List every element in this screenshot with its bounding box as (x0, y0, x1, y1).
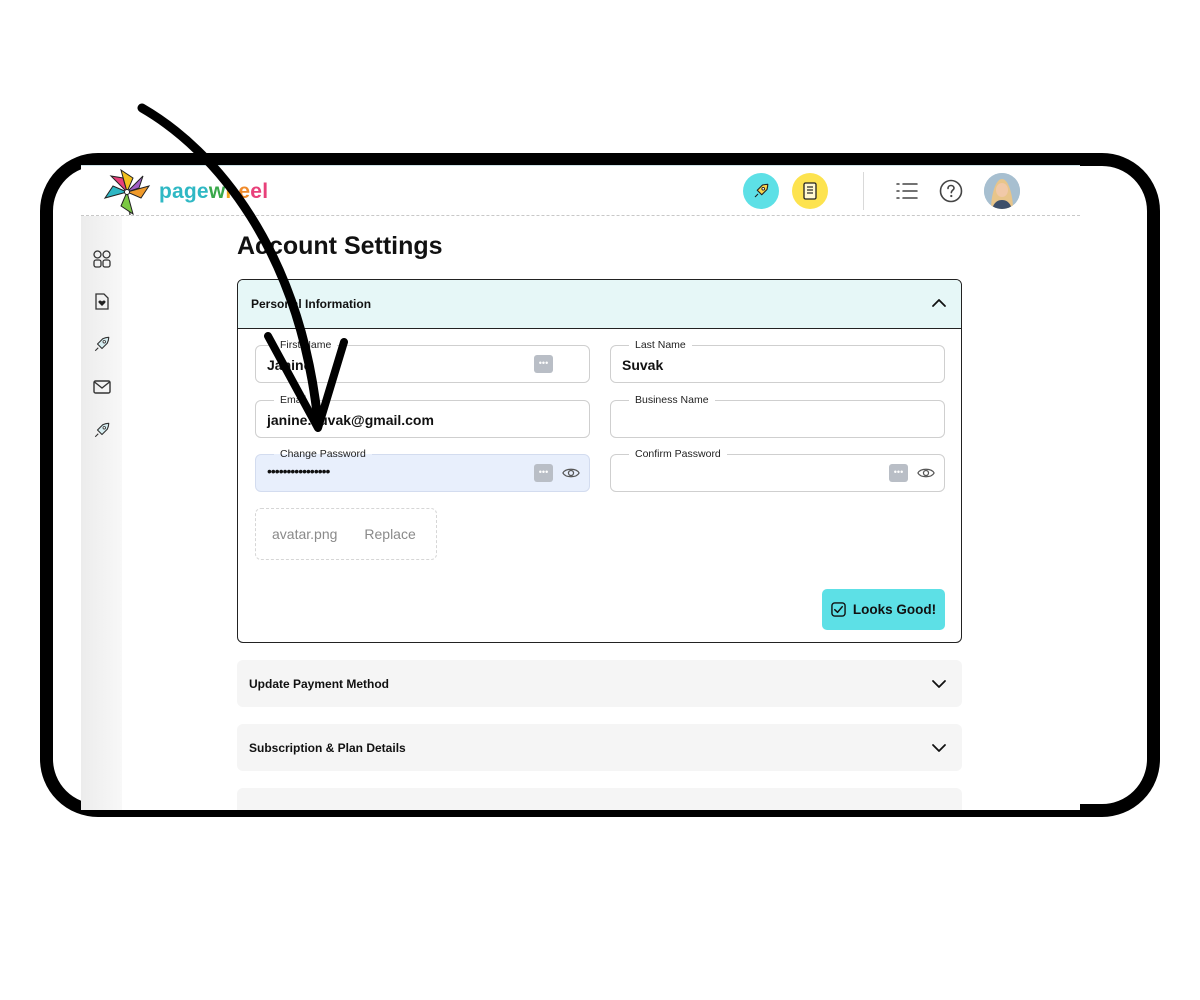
rocket-icon (754, 183, 769, 198)
avatar (984, 173, 1020, 209)
first-name-label: First Name (274, 338, 338, 352)
eye-icon[interactable] (917, 464, 935, 482)
last-name-label: Last Name (629, 338, 692, 352)
checkbox-checked-icon (831, 602, 846, 617)
business-name-field[interactable]: Business Name (610, 393, 945, 438)
last-name-value: Suvak (622, 357, 664, 373)
confirm-password-label: Confirm Password (629, 447, 727, 461)
first-name-field[interactable]: First Name Janine ••• (255, 338, 590, 383)
sidebar-item-launch[interactable] (93, 335, 111, 353)
heart-document-icon (95, 292, 109, 310)
pinwheel-icon (103, 168, 151, 216)
looks-good-button[interactable]: Looks Good! (822, 589, 945, 630)
help-button[interactable] (933, 173, 969, 209)
replace-button[interactable]: Replace (364, 526, 415, 542)
sidebar-item-dashboard[interactable] (93, 250, 111, 268)
grid-icon (93, 250, 111, 268)
personal-information-header[interactable]: Personal Information (238, 280, 961, 329)
sidebar-item-launch-2[interactable] (93, 421, 111, 439)
documents-button[interactable] (792, 173, 828, 209)
email-value: janine.suvak@gmail.com (267, 412, 434, 428)
last-name-field[interactable]: Last Name Suvak (610, 338, 945, 383)
first-name-value: Janine (267, 357, 312, 373)
section-title: Subscription & Plan Details (249, 741, 406, 755)
password-manager-icon[interactable]: ••• (534, 464, 553, 482)
list-icon (896, 183, 918, 199)
change-password-label: Change Password (274, 447, 372, 461)
eye-icon[interactable] (562, 464, 580, 482)
additional-section-partial[interactable] (237, 788, 962, 810)
avatar-upload[interactable]: avatar.png Replace (255, 508, 437, 560)
logo-text: pagewheel (159, 180, 269, 203)
confirm-password-field[interactable]: Confirm Password ••• (610, 447, 945, 492)
password-manager-icon[interactable]: ••• (889, 464, 908, 482)
app-screen: pagewheel Account Settings Personal Info… (81, 165, 1080, 810)
change-password-value: •••••••••••••••• (267, 463, 330, 479)
user-avatar[interactable] (984, 173, 1020, 209)
chevron-down-icon (932, 680, 946, 688)
sidebar (81, 216, 122, 810)
email-label: Email (274, 393, 313, 407)
password-manager-icon[interactable]: ••• (534, 355, 553, 373)
personal-information-panel: Personal Information First Name Janine •… (237, 279, 962, 643)
top-bar: pagewheel (81, 166, 1080, 216)
pagewheel-logo[interactable]: pagewheel (103, 168, 268, 216)
sidebar-item-messages[interactable] (93, 378, 111, 396)
section-title: Personal Information (251, 297, 372, 311)
email-field[interactable]: Email janine.suvak@gmail.com (255, 393, 590, 438)
document-icon (803, 182, 817, 200)
page-title: Account Settings (237, 232, 443, 260)
rocket-icon (94, 336, 110, 352)
section-title: Update Payment Method (249, 677, 390, 691)
topbar-divider (863, 172, 864, 210)
help-icon (939, 179, 963, 203)
mail-icon (93, 380, 111, 394)
avatar-filename: avatar.png (272, 526, 338, 542)
update-payment-method-section[interactable]: Update Payment Method (237, 660, 962, 707)
looks-good-label: Looks Good! (852, 602, 937, 617)
chevron-up-icon (932, 299, 946, 307)
launch-button[interactable] (743, 173, 779, 209)
menu-list-button[interactable] (889, 173, 925, 209)
rocket-icon (94, 422, 110, 438)
change-password-field[interactable]: Change Password •••••••••••••••• ••• (255, 447, 590, 492)
chevron-down-icon (932, 744, 946, 752)
sidebar-item-favorites[interactable] (93, 292, 111, 310)
business-name-label: Business Name (629, 393, 715, 407)
subscription-plan-section[interactable]: Subscription & Plan Details (237, 724, 962, 771)
